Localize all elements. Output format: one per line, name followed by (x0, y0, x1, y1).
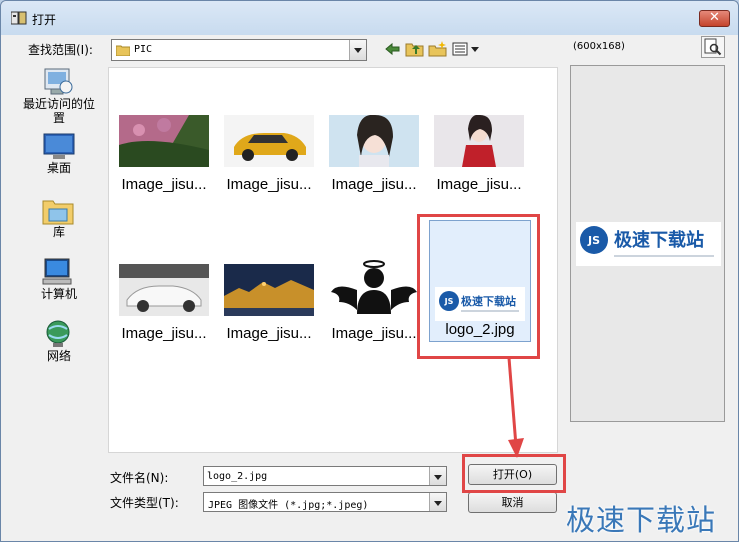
file-name: Image_jisu... (331, 325, 417, 342)
photo-thumbnail (119, 115, 209, 167)
photo-thumbnail (224, 264, 314, 316)
chevron-down-icon[interactable] (429, 467, 446, 485)
filename-label: 文件名(N): (110, 471, 169, 485)
preview-size-label: (600x168) (573, 41, 625, 52)
preview-image: JS 极速下载站 (576, 222, 721, 266)
filename-input[interactable] (207, 468, 427, 484)
photo-thumbnail (329, 115, 419, 167)
libraries-icon (42, 200, 74, 225)
file-name: Image_jisu... (436, 176, 522, 193)
angel-icon-thumbnail (329, 256, 419, 316)
file-name: Image_jisu... (121, 325, 207, 342)
file-name: Image_jisu... (331, 176, 417, 193)
look-in-label: 查找范围(I): (28, 43, 93, 57)
close-button[interactable]: ✕ (699, 10, 730, 27)
highlight-frame-open (462, 454, 566, 493)
photo-thumbnail (434, 115, 524, 167)
folder-icon (116, 45, 130, 56)
preview-magnifier-icon (704, 38, 722, 56)
file-name: Image_jisu... (121, 176, 207, 193)
file-name: Image_jisu... (226, 176, 312, 193)
list-item[interactable]: Image_jisu... (219, 115, 319, 215)
place-label: 网络 (46, 349, 71, 363)
look-in-value: PIC (134, 44, 153, 55)
cancel-button[interactable]: 取消 (468, 492, 557, 513)
watermark: 极速下载站 (566, 503, 717, 537)
network-icon (46, 320, 70, 347)
look-in-dropdown[interactable]: PIC (111, 39, 367, 61)
open-file-dialog: 打开 ✕ 查找范围(I): PIC (600x168) 最近访问的位置 桌面 库… (0, 0, 739, 542)
recent-places-icon (44, 68, 73, 95)
chevron-down-icon[interactable] (429, 493, 446, 511)
photo-thumbnail (224, 115, 314, 167)
logo-text: 极速下载站 (614, 229, 704, 251)
list-item[interactable]: Image_jisu... (219, 264, 319, 364)
new-folder-icon[interactable] (428, 41, 448, 57)
list-item[interactable]: Image_jisu... (324, 115, 424, 215)
place-label: 库 (52, 225, 65, 239)
highlight-frame-selection (417, 214, 540, 359)
preview-panel: JS 极速下载站 (570, 65, 725, 422)
place-label: 计算机 (40, 287, 77, 301)
app-icon (11, 11, 27, 25)
preview-toggle-button[interactable] (701, 36, 725, 58)
down-arrow-annotation (507, 358, 524, 458)
back-icon[interactable] (383, 41, 403, 57)
chevron-down-icon[interactable] (349, 40, 366, 60)
filetype-label: 文件类型(T): (110, 496, 179, 510)
list-item[interactable]: Image_jisu... (324, 256, 424, 364)
list-item[interactable]: Image_jisu... (429, 115, 529, 215)
photo-thumbnail (119, 264, 209, 316)
filetype-dropdown[interactable]: JPEG 图像文件 (*.jpg;*.jpeg) (203, 492, 447, 512)
view-menu-icon[interactable] (452, 41, 480, 57)
place-label: 最近访问的位置 (22, 97, 95, 125)
desktop-icon (43, 133, 75, 159)
filename-combo[interactable] (203, 466, 447, 486)
title-bar: 打开 ✕ (1, 1, 738, 35)
place-label: 桌面 (46, 161, 71, 175)
up-folder-icon[interactable] (405, 41, 425, 57)
list-item[interactable]: Image_jisu... (114, 115, 214, 215)
list-item[interactable]: Image_jisu... (114, 264, 214, 364)
window-title: 打开 (32, 13, 57, 27)
filetype-value: JPEG 图像文件 (*.jpg;*.jpeg) (208, 500, 369, 511)
computer-icon (42, 258, 72, 285)
file-name: Image_jisu... (226, 325, 312, 342)
logo-badge: JS (587, 234, 600, 247)
